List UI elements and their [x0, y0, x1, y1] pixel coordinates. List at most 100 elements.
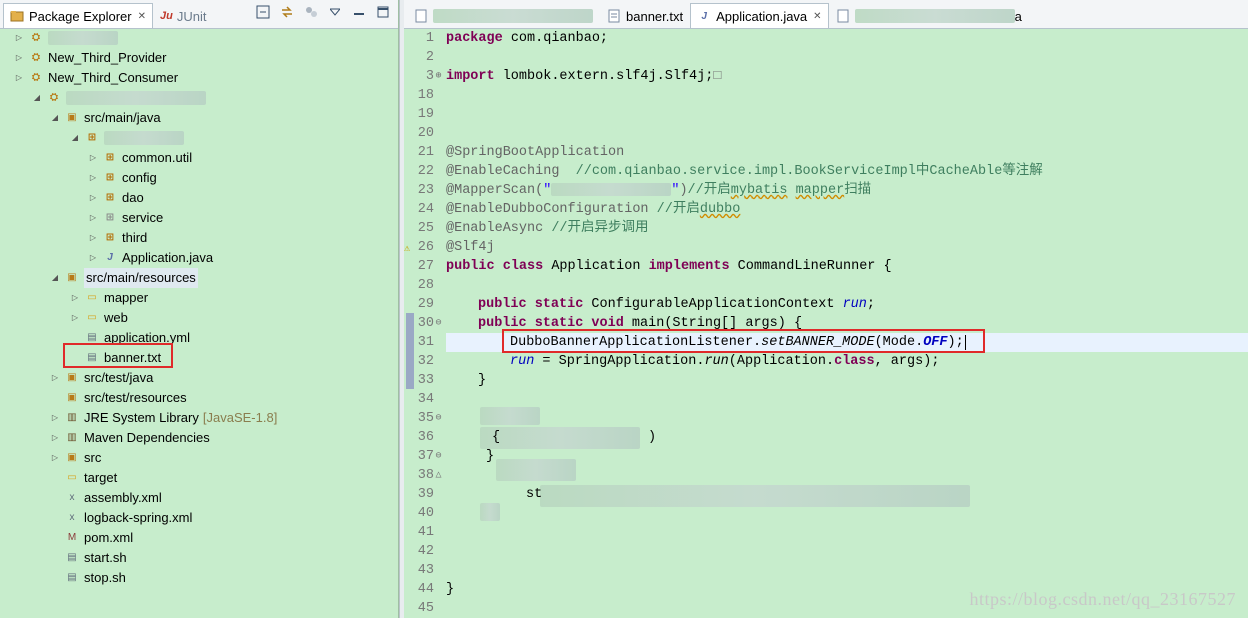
warning-marker-icon[interactable]: △ — [434, 466, 443, 485]
tree-item-label: web — [104, 310, 128, 325]
line-number: 41 — [417, 525, 434, 540]
xml-file-icon: x — [69, 492, 75, 503]
tab-junit[interactable]: Ju JUnit — [153, 3, 213, 28]
tree-item-label: mapper — [104, 290, 149, 305]
expand-arrow-icon[interactable]: ▷ — [88, 208, 98, 228]
tree-item-src-folder[interactable]: ◢ ▣ src/main/java — [50, 108, 161, 128]
code-line: @EnableAsync //开启异步调用 — [446, 221, 649, 236]
code-line: @MapperScan(" ")//开启mybatis mapper扫描 — [446, 182, 872, 198]
tree-item-package[interactable]: ▷ ⊞ dao — [88, 188, 144, 208]
collapse-arrow-icon[interactable]: ◢ — [32, 88, 42, 108]
collapse-arrow-icon[interactable]: ◢ — [50, 268, 60, 288]
line-number: 42 — [417, 544, 434, 559]
tree-item-package[interactable]: ▷ ⊞ common.util — [88, 148, 192, 168]
maximize-icon[interactable] — [376, 5, 390, 19]
tree-item-file[interactable]: M pom.xml — [64, 528, 133, 548]
tree-item-file[interactable]: ▤ start.sh — [64, 548, 126, 568]
expand-arrow-icon[interactable]: ▷ — [50, 408, 60, 428]
tree-item-folder[interactable]: ▭ target — [64, 468, 117, 488]
expand-arrow-icon[interactable]: ▷ — [88, 228, 98, 248]
tree-item-src-folder[interactable]: ◢ ▣ src/main/resources — [50, 268, 198, 288]
package-explorer-panel: Package Explorer ✕ Ju JUnit ▷ ⛭ ▷ ⛭ New_… — [0, 0, 399, 618]
tree-item-folder[interactable]: ▷ ▣ src — [50, 448, 101, 468]
collapse-arrow-icon[interactable]: ◢ — [50, 108, 60, 128]
expand-arrow-icon[interactable]: ▷ — [50, 428, 60, 448]
expand-arrow-icon[interactable]: ▷ — [50, 368, 60, 388]
code-line: } — [478, 373, 487, 388]
code-editor[interactable]: 1 2 3 ⊕ 18 19 20 21 22 23 24 25 26 ⚠ 27 28 29 30 ⊖ 31 32 33 34… — [404, 29, 1248, 618]
tree-item-library[interactable]: ▷ ▥ JRE System Library [JavaSE-1.8] — [50, 408, 277, 428]
collapse-arrow-icon[interactable]: ◢ — [70, 128, 80, 148]
line-number: 28 — [417, 278, 434, 293]
source-folder-icon: ▣ — [67, 112, 77, 123]
line-number-row: 2 — [404, 48, 1248, 67]
folder-icon: ▭ — [87, 292, 97, 303]
source-folder-icon: ▣ — [67, 392, 77, 403]
view-menu-icon[interactable] — [328, 5, 342, 19]
package-icon: ⊞ — [105, 192, 115, 203]
project-icon: ⛭ — [32, 32, 40, 43]
tree-item-src-folder[interactable]: ▣ src/test/resources — [64, 388, 186, 408]
tab-blurred-file-2[interactable]: a — [829, 3, 1029, 28]
link-with-editor-icon[interactable] — [280, 5, 294, 19]
expand-arrow-icon[interactable]: ▷ — [88, 248, 98, 268]
code-line: public static ConfigurableApplicationCon… — [478, 297, 875, 312]
tree-item-project[interactable]: ▷ ⛭ New_Third_Consumer — [14, 68, 178, 88]
tree-item-folder[interactable]: ▷ ▭ web — [70, 308, 128, 328]
minimize-icon[interactable] — [352, 5, 366, 19]
line-number: 2 — [425, 50, 434, 65]
focus-icon[interactable] — [304, 5, 318, 19]
package-icon: ⊞ — [105, 212, 115, 223]
tree-item-src-folder[interactable]: ▷ ▣ src/test/java — [50, 368, 153, 388]
expand-arrow-icon[interactable]: ▷ — [88, 188, 98, 208]
tree-item-blurred-project[interactable]: ▷ ⛭ — [14, 28, 118, 48]
source-folder-icon: ▣ — [67, 372, 77, 383]
tree-item-package[interactable]: ▷ ⊞ service — [88, 208, 163, 228]
expand-arrow-icon[interactable]: ▷ — [70, 288, 80, 308]
project-icon: ⛭ — [32, 72, 40, 83]
tree-item-file[interactable]: x logback-spring.xml — [64, 508, 193, 528]
code-line: package com.qianbao; — [446, 31, 609, 46]
folder-icon: ▭ — [67, 472, 77, 483]
close-icon[interactable]: ✕ — [813, 11, 821, 22]
tab-blurred-file[interactable] — [407, 3, 600, 28]
tree-item-file[interactable]: x assembly.xml — [64, 488, 162, 508]
expand-arrow-icon[interactable]: ▷ — [14, 68, 24, 88]
tab-package-explorer[interactable]: Package Explorer ✕ — [3, 3, 154, 28]
folder-icon: ▭ — [87, 312, 97, 323]
package-explorer-icon — [10, 9, 24, 23]
tab-application-java[interactable]: J Application.java ✕ — [690, 3, 829, 28]
tree-item-java-file[interactable]: ▷ J Application.java — [88, 248, 213, 268]
expand-arrow-icon[interactable]: ▷ — [70, 308, 80, 328]
expand-arrow-icon[interactable]: ▷ — [14, 28, 24, 48]
tree-item-package[interactable]: ▷ ⊞ third — [88, 228, 147, 248]
tree-item-label: src/main/resources — [84, 268, 198, 288]
tab-banner-txt[interactable]: banner.txt — [600, 3, 690, 28]
close-icon[interactable]: ✕ — [138, 11, 146, 22]
tree-item-library[interactable]: ▷ ▥ Maven Dependencies — [50, 428, 210, 448]
text-file-icon: ▤ — [67, 572, 77, 583]
tree-item-label: common.util — [122, 150, 193, 165]
collapse-all-icon[interactable] — [256, 5, 270, 19]
expand-arrow-icon[interactable]: ▷ — [88, 168, 98, 188]
fold-toggle-icon[interactable]: ⊖ — [434, 409, 443, 428]
code-line: } — [486, 449, 495, 464]
tree-item-folder[interactable]: ▷ ▭ mapper — [70, 288, 148, 308]
expand-arrow-icon[interactable]: ▷ — [14, 48, 24, 68]
line-number-row: 43 — [404, 561, 1248, 580]
tree-item-project[interactable]: ▷ ⛭ New_Third_Provider — [14, 48, 167, 68]
project-icon: ⛭ — [50, 92, 58, 103]
tree-item-package[interactable]: ▷ ⊞ config — [88, 168, 157, 188]
tree-item-label: src/test/java — [84, 370, 154, 385]
tree-item-blurred-project[interactable]: ◢ ⛭ — [32, 88, 206, 108]
tree-item-file[interactable]: ▤ stop.sh — [64, 568, 126, 588]
expand-arrow-icon[interactable]: ▷ — [88, 148, 98, 168]
expand-arrow-icon[interactable]: ▷ — [50, 448, 60, 468]
line-number: 31 — [417, 335, 434, 350]
blurred-label — [854, 9, 1015, 23]
tree-item-blurred-package[interactable]: ◢ ⊞ — [70, 128, 184, 148]
tab-label: banner.txt — [626, 8, 684, 24]
tree-item-label: Application.java — [122, 250, 214, 265]
blurred-label — [433, 9, 593, 23]
line-number: 40 — [417, 506, 434, 521]
